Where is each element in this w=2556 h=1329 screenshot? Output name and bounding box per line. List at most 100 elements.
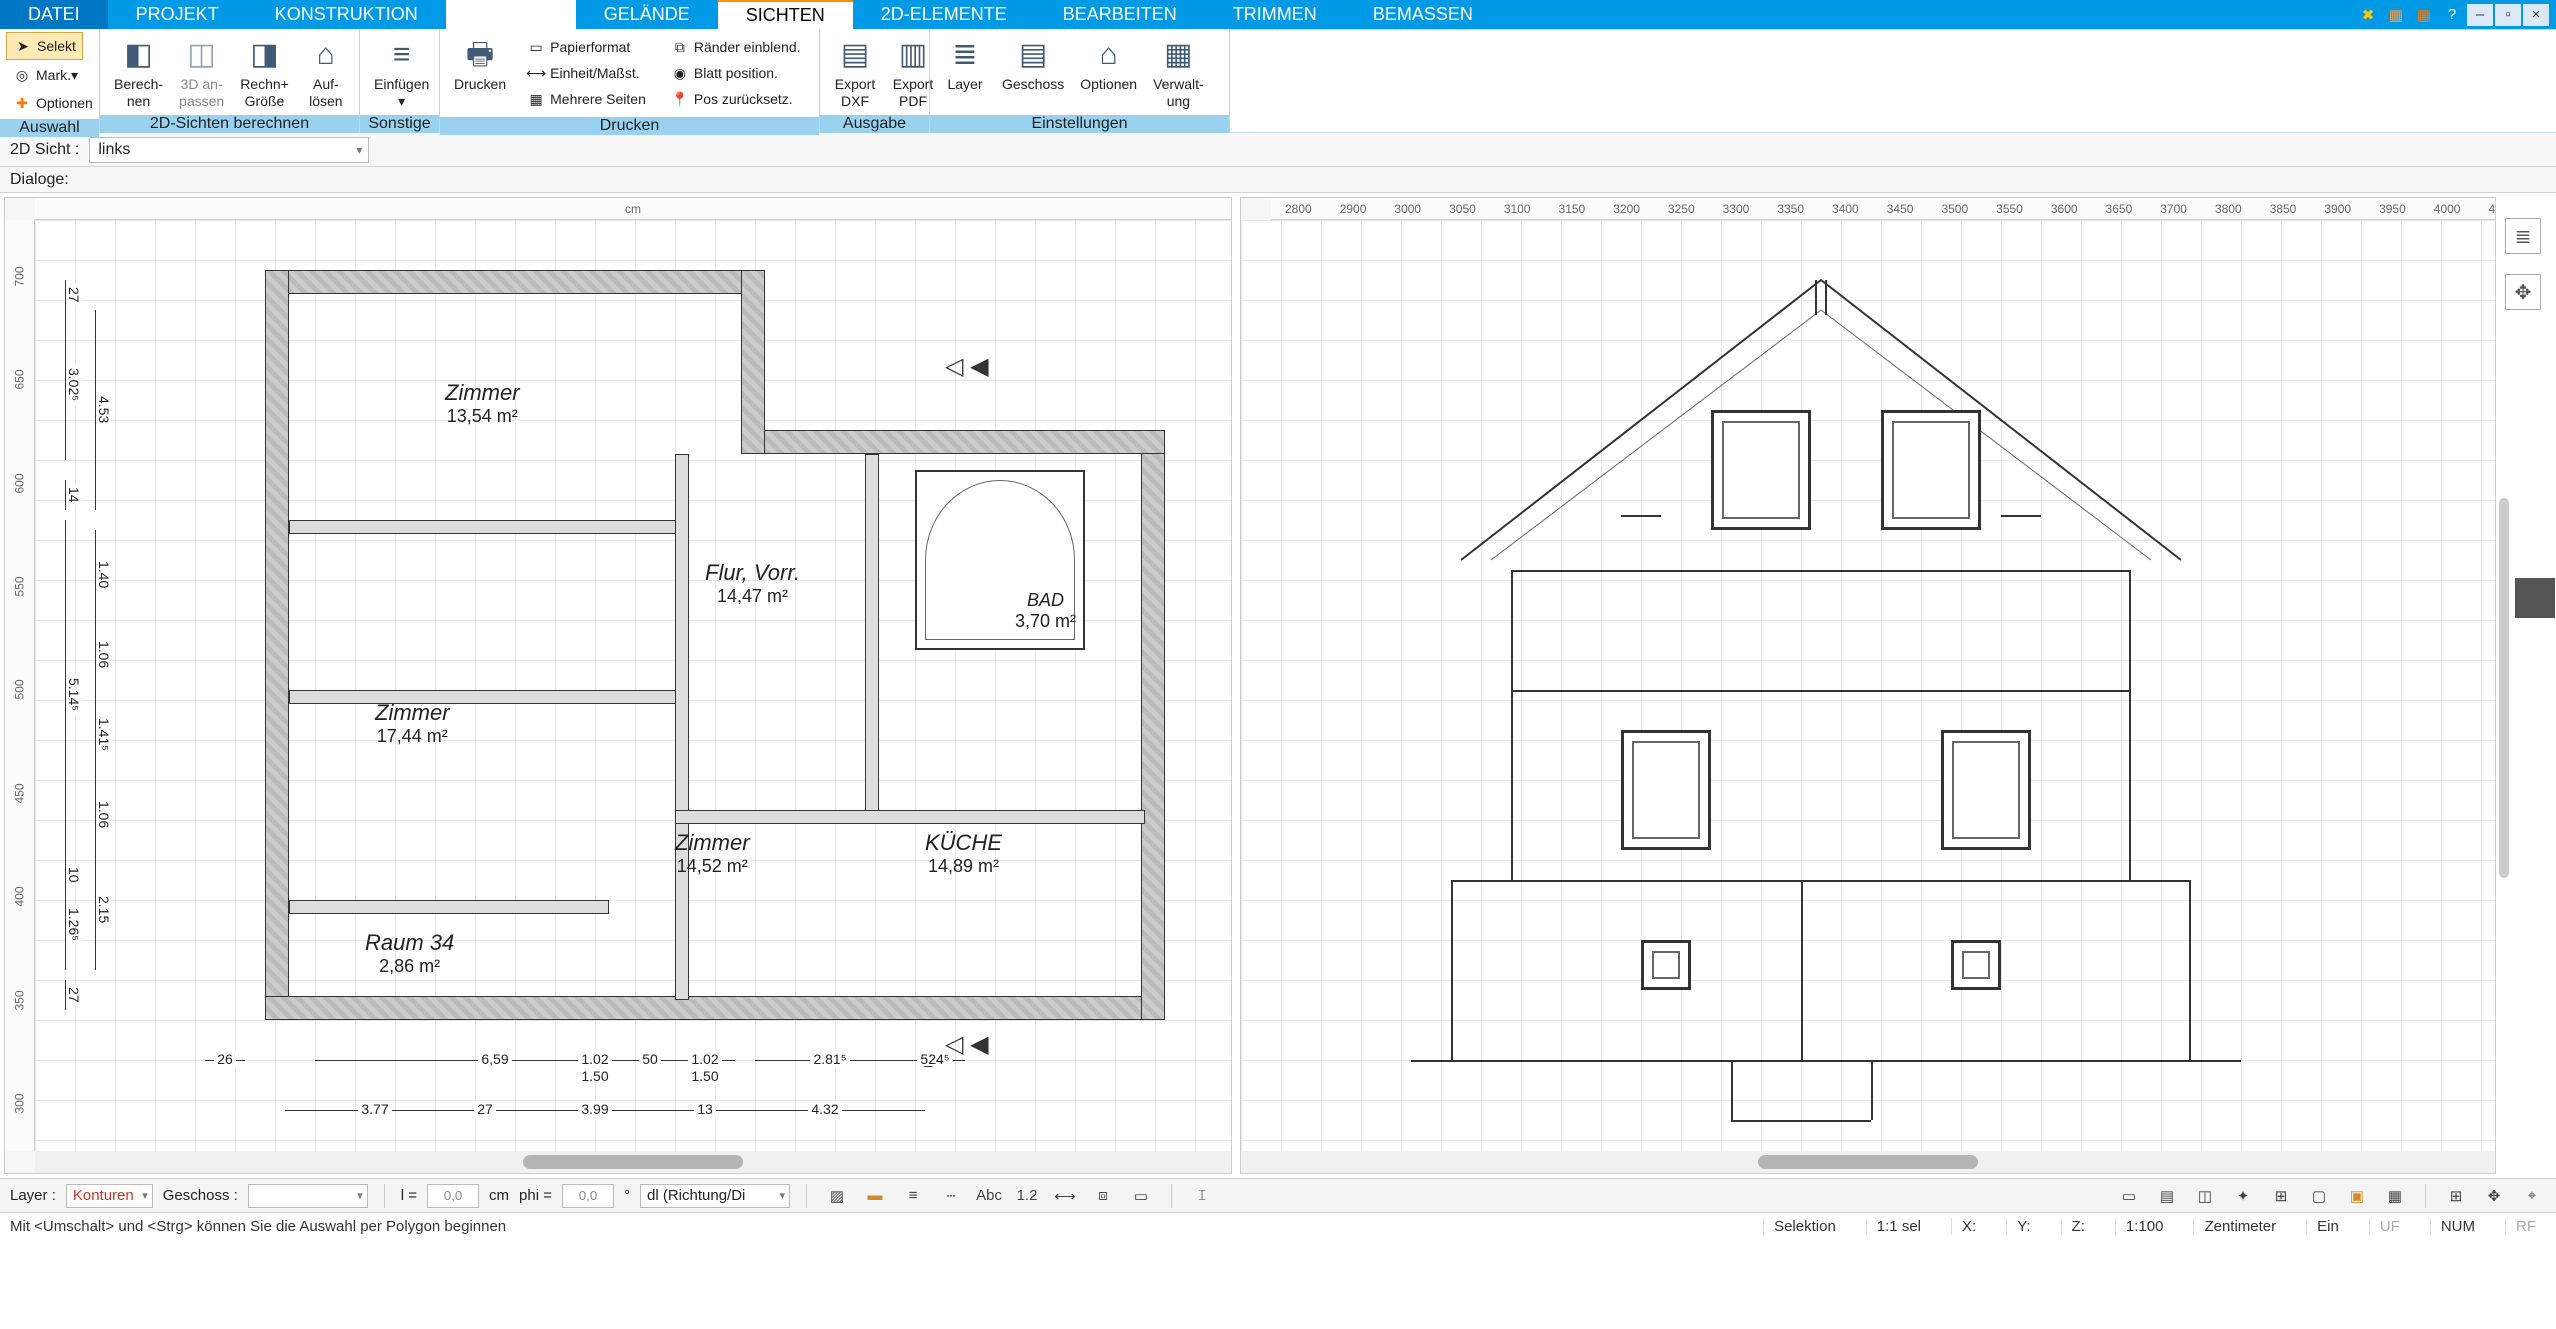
- berechnen-button[interactable]: ◧Berech-nen: [106, 32, 171, 112]
- optionen-button[interactable]: ✚Optionen: [6, 90, 99, 116]
- verwaltung-button[interactable]: ▦Verwalt-ung: [1145, 32, 1212, 112]
- cube-outline-icon: ◫: [181, 34, 223, 76]
- close-icon[interactable]: ×: [2523, 4, 2549, 26]
- status-scale: 1:100: [2115, 1218, 2174, 1235]
- view-sheet-icon[interactable]: ▤: [2153, 1182, 2181, 1210]
- papierformat-button[interactable]: ▭Papierformat: [520, 34, 652, 60]
- selekt-button[interactable]: ➤Selekt: [6, 32, 83, 60]
- sicht-combo[interactable]: links: [89, 137, 369, 163]
- blattpos-button[interactable]: ◉Blatt position.: [664, 60, 807, 86]
- layer-label: Layer :: [10, 1187, 56, 1204]
- menu-bearbeiten[interactable]: BEARBEITEN: [1035, 0, 1205, 29]
- phi-input[interactable]: [562, 1184, 614, 1208]
- view-bar: 2D Sicht : links: [0, 133, 2556, 167]
- menu-datei[interactable]: DATEI: [0, 0, 108, 29]
- hscroll-right[interactable]: [1241, 1151, 2495, 1173]
- grid-icon[interactable]: ⊞: [2442, 1182, 2470, 1210]
- folder-icon[interactable]: ▦: [2383, 4, 2409, 26]
- anpassen-button[interactable]: ◫3D an-passen: [171, 32, 232, 112]
- layer-button[interactable]: ≣Layer: [936, 32, 994, 95]
- margins-icon: ⧉: [670, 37, 690, 57]
- phi-unit: °: [624, 1187, 630, 1204]
- menu-bemassen[interactable]: BEMASSEN: [1345, 0, 1501, 29]
- menu-empty[interactable]: [446, 0, 576, 29]
- sicht-label: 2D Sicht :: [10, 141, 79, 159]
- frame-icon[interactable]: ▭: [1127, 1182, 1155, 1210]
- cursor-snap-icon[interactable]: ⌖: [2518, 1182, 2546, 1210]
- export-dxf-button[interactable]: ▤ExportDXF: [826, 32, 884, 112]
- drucken-button[interactable]: 🖶Drucken: [446, 32, 514, 95]
- view-2d-icon[interactable]: ▭: [2115, 1182, 2143, 1210]
- number-icon[interactable]: 1.2: [1013, 1182, 1041, 1210]
- vscroll-right[interactable]: [2499, 498, 2509, 878]
- dash-icon[interactable]: ┄: [937, 1182, 965, 1210]
- status-ein: Ein: [2306, 1218, 2349, 1235]
- view-section-icon[interactable]: ▦: [2381, 1182, 2409, 1210]
- dl-combo[interactable]: dl (Richtung/Di: [640, 1184, 790, 1208]
- view-3d-icon[interactable]: ◫: [2191, 1182, 2219, 1210]
- grid-icon[interactable]: ▦: [2411, 4, 2437, 26]
- l-label: l =: [401, 1187, 417, 1204]
- pages-icon: ▦: [526, 89, 546, 109]
- layer-combo[interactable]: Konturen: [66, 1184, 153, 1208]
- menu-2delemente[interactable]: 2D-ELEMENTE: [853, 0, 1035, 29]
- house-icon: ⌂: [305, 34, 347, 76]
- status-x: X:: [1951, 1218, 1986, 1235]
- menu-projekt[interactable]: PROJEKT: [108, 0, 247, 29]
- pane-elevation[interactable]: 2800290030003050310031503200325033003350…: [1240, 197, 2496, 1174]
- layers-panel-icon[interactable]: ≣: [2505, 218, 2541, 254]
- cube-plus-icon: ◨: [244, 34, 286, 76]
- hscroll-left[interactable]: [35, 1151, 1231, 1173]
- view-top-icon[interactable]: ⊞: [2267, 1182, 2295, 1210]
- mehrere-button[interactable]: ▦Mehrere Seiten: [520, 86, 652, 112]
- position-icon: ◉: [670, 63, 690, 83]
- printer-icon: 🖶: [459, 34, 501, 76]
- side-handle[interactable]: [2515, 578, 2555, 618]
- status-sel: 1:1 sel: [1866, 1218, 1931, 1235]
- einst-optionen-button[interactable]: ⌂Optionen: [1072, 32, 1145, 95]
- lines-icon[interactable]: ≡: [899, 1182, 927, 1210]
- menubar: DATEI PROJEKT KONSTRUKTION GELÄNDE SICHT…: [0, 0, 2556, 29]
- geschoss-button[interactable]: ▤Geschoss: [994, 32, 1072, 95]
- help-icon[interactable]: ?: [2439, 4, 2465, 26]
- snap2-icon[interactable]: ✥: [2480, 1182, 2508, 1210]
- raender-button[interactable]: ⧉Ränder einblend.: [664, 34, 807, 60]
- layers-icon: ≡: [381, 34, 423, 76]
- export-pdf-icon: ▥: [892, 34, 934, 76]
- posreset-button[interactable]: 📍Pos zurücksetz.: [664, 86, 807, 112]
- pane-floorplan[interactable]: cm 700650600550500450400350300: [4, 197, 1232, 1174]
- geschoss-combo[interactable]: [248, 1184, 368, 1208]
- export-dxf-icon: ▤: [834, 34, 876, 76]
- canvas-elevation[interactable]: [1241, 220, 2495, 1151]
- canvas-floorplan[interactable]: Zimmer13,54 m² Zimmer17,44 m² Flur, Vorr…: [35, 220, 1231, 1151]
- group-label-auswahl: Auswahl: [0, 119, 99, 137]
- text-icon[interactable]: Abc: [975, 1182, 1003, 1210]
- menu-trimmen[interactable]: TRIMMEN: [1205, 0, 1345, 29]
- group-label-sonstige: Sonstige: [360, 115, 439, 133]
- einheit-button[interactable]: ⟷Einheit/Maßst.: [520, 60, 652, 86]
- aufloesen-button[interactable]: ⌂Auf-lösen: [297, 32, 355, 112]
- ruler-top-left: cm: [35, 198, 1231, 220]
- minimize-icon[interactable]: ‒: [2467, 4, 2493, 26]
- mark-button[interactable]: ◎Mark. ▾: [6, 62, 84, 88]
- menu-sichten[interactable]: SICHTEN: [718, 0, 853, 29]
- plus-icon: ✚: [12, 93, 32, 113]
- hatch-icon[interactable]: ▨: [823, 1182, 851, 1210]
- dim-icon[interactable]: ⟷: [1051, 1182, 1079, 1210]
- group-label-einst: Einstellungen: [930, 115, 1229, 133]
- menu-gelaende[interactable]: GELÄNDE: [576, 0, 718, 29]
- l-input[interactable]: [427, 1184, 479, 1208]
- navigate-icon[interactable]: ✥: [2505, 274, 2541, 310]
- menu-konstruktion[interactable]: KONSTRUKTION: [247, 0, 446, 29]
- view-side-icon[interactable]: ▣: [2343, 1182, 2371, 1210]
- cursor-text-icon[interactable]: 𝙸: [1188, 1182, 1216, 1210]
- fill-icon[interactable]: ▬: [861, 1182, 889, 1210]
- rechn-button[interactable]: ◨Rechn+Größe: [232, 32, 297, 112]
- einfuegen-button[interactable]: ≡Einfügen▾: [366, 32, 437, 112]
- dialoge-label: Dialoge:: [10, 171, 69, 189]
- view-front-icon[interactable]: ▢: [2305, 1182, 2333, 1210]
- tools-icon[interactable]: ✖: [2355, 4, 2381, 26]
- snap-icon[interactable]: ⧈: [1089, 1182, 1117, 1210]
- maximize-icon[interactable]: ▫: [2495, 4, 2521, 26]
- view-iso-icon[interactable]: ✦: [2229, 1182, 2257, 1210]
